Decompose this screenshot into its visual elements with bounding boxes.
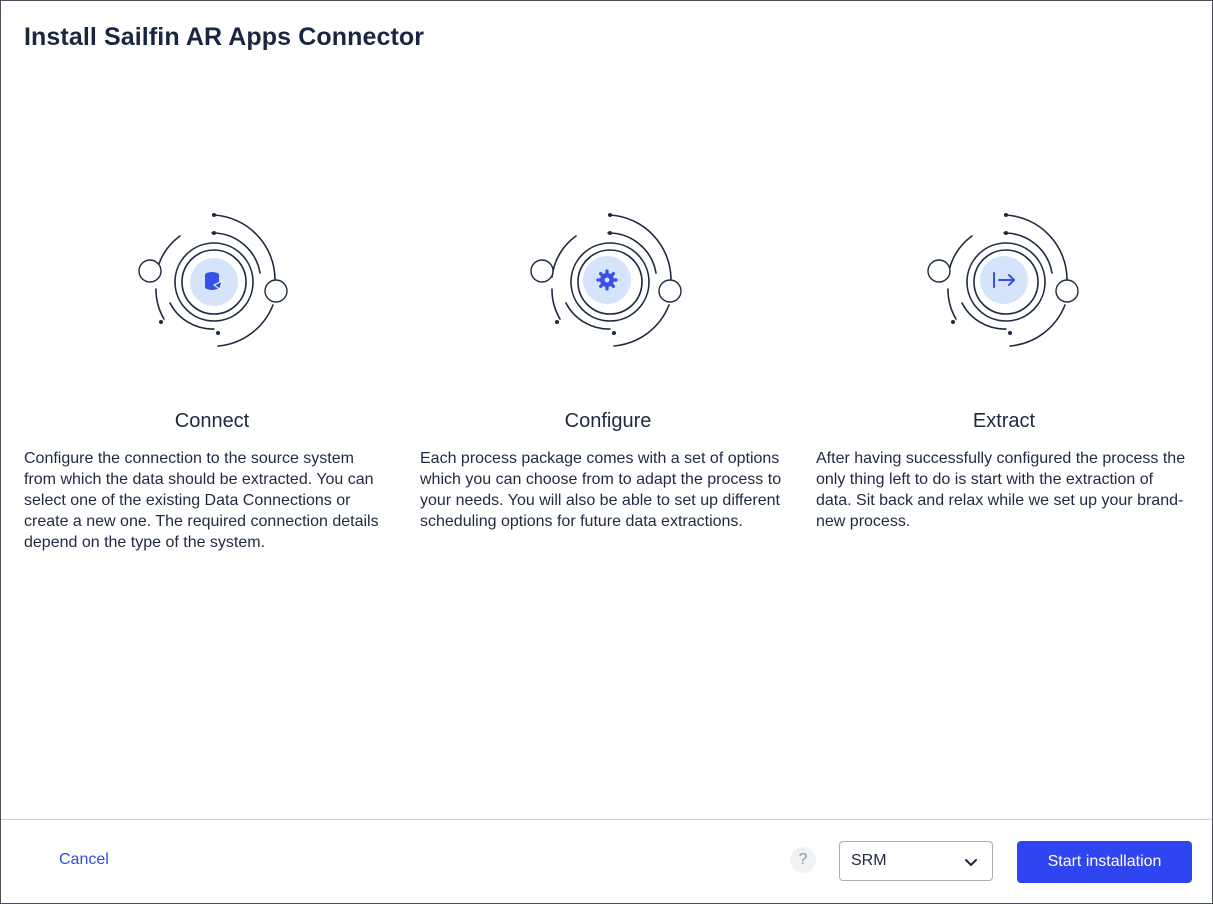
cancel-button[interactable]: Cancel	[59, 851, 109, 869]
dialog-title: Install Sailfin AR Apps Connector	[24, 23, 425, 51]
extract-illustration	[927, 213, 1079, 347]
step-title: Configure	[564, 410, 652, 432]
connect-illustration	[138, 213, 288, 347]
step-description: After having successfully configured the…	[816, 450, 1186, 530]
install-dialog: Install Sailfin AR Apps Connector Connec…	[0, 0, 1213, 904]
system-select-value: SRM	[851, 852, 887, 869]
configure-illustration	[530, 213, 682, 347]
start-installation-button[interactable]: Start installation	[1017, 841, 1192, 883]
step-title: Connect	[174, 410, 250, 432]
footer-divider	[1, 819, 1212, 820]
step-description: Configure the connection to the source s…	[24, 450, 379, 551]
chevron-down-icon	[965, 859, 977, 866]
step-description: Each process package comes with a set of…	[420, 450, 782, 530]
help-icon[interactable]: ?	[790, 847, 816, 873]
step-title: Extract	[972, 410, 1036, 432]
gear-icon	[596, 269, 618, 291]
system-select[interactable]: SRM	[839, 841, 993, 881]
